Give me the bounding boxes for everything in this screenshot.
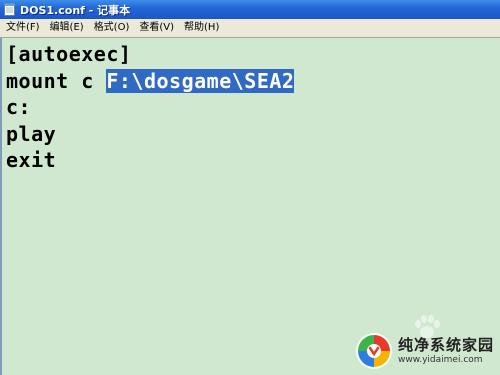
menu-bar: 文件(F) 编辑(E) 格式(O) 查看(V) 帮助(H): [0, 19, 500, 38]
editor-content[interactable]: [autoexec] mount c F:\dosgame\SEA2 c: pl…: [6, 41, 295, 174]
notepad-icon: [4, 3, 15, 16]
menu-file[interactable]: 文件(F): [0, 20, 45, 36]
title-bar[interactable]: DOS1.conf - 记事本: [0, 0, 500, 19]
editor-line-3[interactable]: c:: [6, 94, 294, 121]
watermark-site-name: 纯净系统家园: [397, 336, 494, 354]
editor-line-5[interactable]: exit: [6, 147, 294, 174]
editor-line-1[interactable]: [autoexec]: [6, 41, 294, 68]
editor-line-2[interactable]: mount c F:\dosgame\SEA2: [6, 68, 295, 95]
site-watermark: 纯净系统家园 www.yidaimei.com: [354, 331, 494, 371]
text-editor[interactable]: [autoexec] mount c F:\dosgame\SEA2 c: pl…: [0, 38, 500, 375]
menu-edit[interactable]: 编辑(E): [45, 20, 89, 36]
selected-path-text[interactable]: F:\dosgame\SEA2: [106, 68, 295, 93]
watermark-site-url: www.yidaimei.com: [397, 355, 483, 365]
menu-view[interactable]: 查看(V): [134, 20, 179, 36]
site-logo-icon: [355, 333, 392, 369]
mount-command-text[interactable]: mount c: [6, 69, 106, 93]
window-title: DOS1.conf - 记事本: [20, 3, 131, 17]
menu-help[interactable]: 帮助(H): [179, 20, 224, 36]
editor-line-4[interactable]: play: [6, 121, 294, 148]
menu-format[interactable]: 格式(O): [89, 20, 135, 36]
